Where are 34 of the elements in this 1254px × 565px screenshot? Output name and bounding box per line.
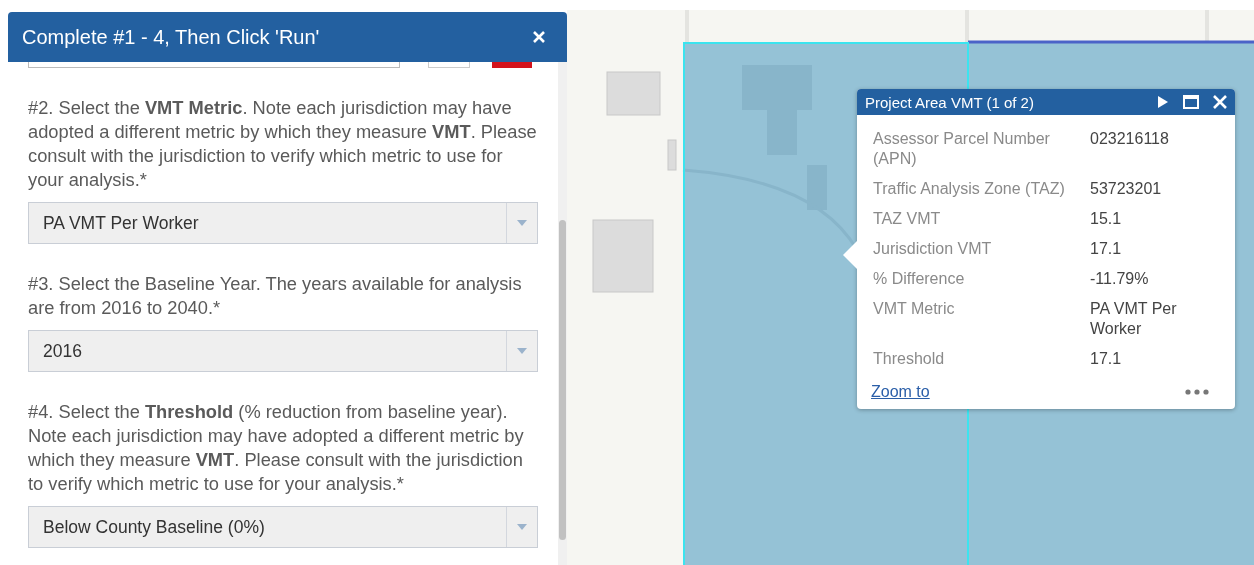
panel-title: Complete #1 - 4, Then Click 'Run' bbox=[22, 25, 320, 49]
field-label: Assessor Parcel Number (APN) bbox=[873, 129, 1051, 169]
caret-icon bbox=[517, 220, 527, 226]
field-value: PA VMT Per Worker bbox=[1090, 299, 1178, 339]
dropdown[interactable]: Below County Baseline (0%) bbox=[28, 506, 538, 548]
zoom-to-link[interactable]: Zoom to bbox=[871, 383, 930, 401]
close-button[interactable] bbox=[531, 29, 547, 45]
dropdown[interactable]: PA VMT Per Worker bbox=[28, 202, 538, 244]
input-field[interactable] bbox=[28, 62, 400, 68]
field-value: 17.1 bbox=[1090, 239, 1123, 259]
maximize-icon[interactable] bbox=[1183, 95, 1199, 109]
field-label: TAZ VMT bbox=[873, 209, 942, 229]
dropdown[interactable]: 2016 bbox=[28, 330, 538, 372]
play-icon[interactable] bbox=[1157, 96, 1169, 108]
caret-icon bbox=[517, 524, 527, 530]
field-label: Traffic Analysis Zone (TAZ) bbox=[873, 179, 1066, 199]
field-label: % Difference bbox=[873, 269, 966, 289]
caret-icon bbox=[517, 348, 527, 354]
field-value: 17.1 bbox=[1090, 349, 1123, 369]
step-instructions: #4. Select the Threshold (% reduction from baseline year). Note each jurisdiction may have adopted a different metric by which they measure VMT. Please consult with the jurisdiction to verify which metric to use for your analysis.* bbox=[28, 400, 525, 496]
step-instructions: #2. Select the VMT Metric. Note each jurisdiction may have adopted a different metric by which they measure VMT. Please consult with the jurisdiction to verify which metric to use for your analysis.* bbox=[28, 96, 538, 192]
field-label: Threshold bbox=[873, 349, 946, 369]
popup-title: Project Area VMT (1 of 2) bbox=[865, 93, 1034, 111]
field-label: Jurisdiction VMT bbox=[873, 239, 993, 259]
field-label: VMT Metric bbox=[873, 299, 956, 319]
close-icon[interactable] bbox=[1213, 95, 1227, 109]
field-value: 15.1 bbox=[1090, 209, 1123, 229]
field-value: -11.79% bbox=[1090, 269, 1150, 289]
step-instructions: #3. Select the Baseline Year. The years available for analysis are from 2016 to 2040.* bbox=[28, 272, 523, 320]
field-value: 53723201 bbox=[1090, 179, 1163, 199]
field-value: 023216118 bbox=[1090, 129, 1170, 149]
scrollbar[interactable] bbox=[558, 62, 567, 565]
close-icon bbox=[531, 29, 547, 45]
more-icon[interactable] bbox=[1185, 389, 1209, 395]
